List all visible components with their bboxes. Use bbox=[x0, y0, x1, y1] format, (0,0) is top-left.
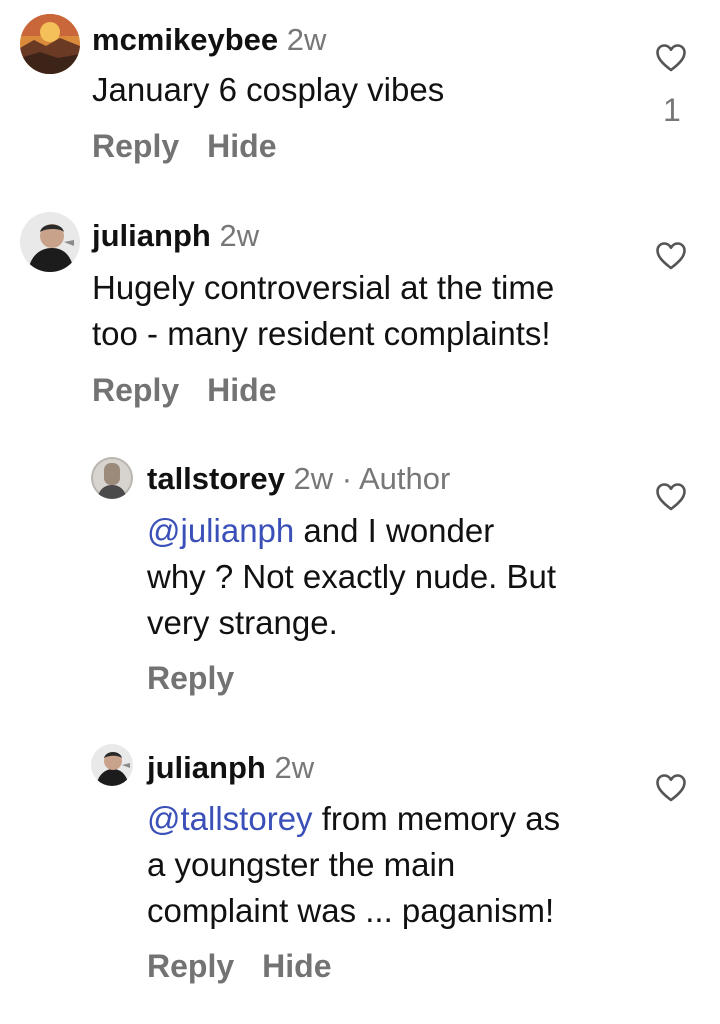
avatar[interactable] bbox=[91, 457, 133, 499]
like-button[interactable] bbox=[655, 43, 687, 73]
comment-text-line: Hugely controversial at the time bbox=[92, 269, 555, 306]
heart-outline-icon bbox=[656, 242, 686, 270]
comment-text-line: @julianph and I wonder bbox=[147, 508, 556, 554]
comment-text-segment: from memory as bbox=[312, 800, 561, 837]
comment-actions: Reply Hide bbox=[92, 370, 276, 410]
reply-button[interactable]: Reply bbox=[147, 948, 234, 984]
comment-header: julianph 2w bbox=[147, 749, 314, 787]
hide-button[interactable]: Hide bbox=[207, 372, 276, 408]
heart-outline-icon bbox=[656, 44, 686, 72]
comment-header: tallstorey 2w · Author bbox=[147, 460, 450, 498]
timestamp: 2w bbox=[219, 218, 260, 253]
comment-text-line: why ? Not exactly nude. But bbox=[147, 558, 557, 595]
comment-text-line: too - many resident complaints! bbox=[92, 315, 551, 352]
comment-text-line: very strange. bbox=[147, 604, 338, 641]
mention-link[interactable]: @tallstorey bbox=[147, 800, 313, 837]
hide-button[interactable]: Hide bbox=[262, 948, 331, 984]
comment-actions: Reply Hide bbox=[147, 946, 331, 986]
comment-text-line: January 6 cosplay vibes bbox=[92, 71, 445, 108]
comment-text: @tallstorey from memory as a youngster t… bbox=[147, 796, 560, 934]
author-badge: · Author bbox=[341, 461, 451, 496]
comment-header: julianph 2w bbox=[92, 217, 259, 255]
username[interactable]: julianph bbox=[147, 750, 266, 785]
avatar-image bbox=[91, 744, 133, 786]
comment-header: mcmikeybee 2w bbox=[92, 21, 326, 59]
like-button[interactable] bbox=[655, 773, 687, 803]
avatar[interactable] bbox=[20, 212, 80, 272]
avatar[interactable] bbox=[20, 14, 80, 74]
username[interactable]: tallstorey bbox=[147, 461, 285, 496]
like-count: 1 bbox=[663, 92, 681, 128]
heart-outline-icon bbox=[656, 483, 686, 511]
avatar[interactable] bbox=[91, 744, 133, 786]
timestamp: 2w bbox=[286, 22, 327, 57]
like-button[interactable] bbox=[655, 241, 687, 271]
avatar-image bbox=[91, 457, 133, 499]
hide-button[interactable]: Hide bbox=[207, 128, 276, 164]
comment-text: @julianph and I wonder why ? Not exactly… bbox=[147, 508, 556, 646]
comment-text-segment: and I wonder bbox=[294, 512, 495, 549]
avatar-image bbox=[20, 212, 80, 272]
username[interactable]: mcmikeybee bbox=[92, 22, 278, 57]
comment-text-line: a youngster the main bbox=[147, 846, 456, 883]
comment-actions: Reply Hide bbox=[92, 126, 276, 166]
comment-text-line: @tallstorey from memory as bbox=[147, 796, 560, 842]
reply-button[interactable]: Reply bbox=[92, 372, 179, 408]
reply-button[interactable]: Reply bbox=[147, 660, 234, 696]
comment-text: Hugely controversial at the time too - m… bbox=[92, 265, 554, 357]
heart-outline-icon bbox=[656, 774, 686, 802]
comment-text: January 6 cosplay vibes bbox=[92, 67, 444, 113]
like-button[interactable] bbox=[655, 482, 687, 512]
comment-actions: Reply bbox=[147, 658, 234, 698]
mention-link[interactable]: @julianph bbox=[147, 512, 294, 549]
timestamp: 2w bbox=[293, 461, 334, 496]
timestamp: 2w bbox=[274, 750, 315, 785]
comment-text-line: complaint was ... paganism! bbox=[147, 892, 555, 929]
username[interactable]: julianph bbox=[92, 218, 211, 253]
avatar-image bbox=[20, 14, 80, 74]
reply-button[interactable]: Reply bbox=[92, 128, 179, 164]
